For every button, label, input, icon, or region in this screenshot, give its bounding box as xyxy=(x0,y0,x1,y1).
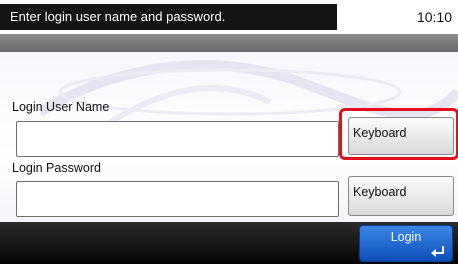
header-divider xyxy=(0,34,458,52)
enter-icon xyxy=(431,246,444,257)
login-button[interactable]: Login xyxy=(359,225,453,262)
keyboard-button-highlight xyxy=(339,108,458,160)
password-label: Login Password xyxy=(12,161,101,175)
login-screen: Enter login user name and password. 10:1… xyxy=(0,0,458,264)
instruction-message: Enter login user name and password. xyxy=(0,4,337,30)
top-bar: Enter login user name and password. 10:1… xyxy=(0,0,458,34)
username-label: Login User Name xyxy=(12,100,110,114)
username-input[interactable] xyxy=(16,121,339,157)
password-input[interactable] xyxy=(16,181,339,217)
login-button-label: Login xyxy=(390,230,422,244)
password-keyboard-button[interactable]: Keyboard xyxy=(348,176,454,216)
clock: 10:10 xyxy=(416,9,452,25)
